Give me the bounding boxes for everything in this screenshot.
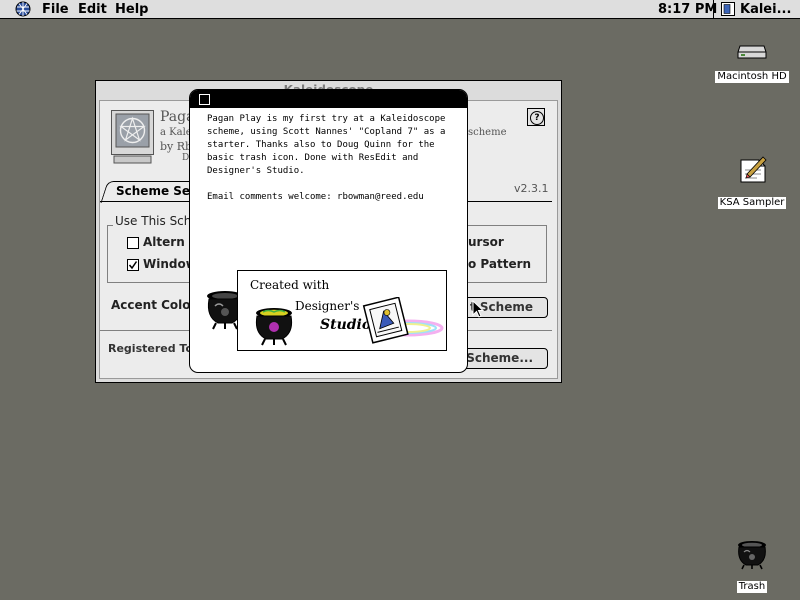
application-menu-label[interactable]: Kalei... [740, 1, 791, 18]
version-label: v2.3.1 [514, 182, 549, 195]
checkmark-icon [128, 261, 138, 270]
question-icon: ? [530, 111, 544, 125]
about-scheme-dialog[interactable]: Pagan Play is my first try at a Kaleidos… [189, 89, 468, 373]
checkbox-alternate[interactable] [127, 237, 139, 249]
checkbox-alternate-label: Altern [143, 235, 185, 249]
menu-bar: File Edit Help 8:17 PM Kalei... [0, 0, 800, 19]
scheme-author: by Rb [160, 140, 193, 153]
desktop-icon-label: Macintosh HD [715, 71, 789, 83]
document-icon [740, 156, 767, 183]
tab-scheme-settings-label: Scheme Set [116, 184, 196, 198]
menu-edit[interactable]: Edit [78, 1, 107, 18]
group-label: Use This Sch [113, 214, 194, 228]
trash-cauldron-icon [738, 541, 766, 570]
menu-file[interactable]: File [42, 1, 69, 18]
application-menu-icon[interactable] [721, 2, 735, 16]
menu-help[interactable]: Help [115, 1, 148, 18]
close-box-icon[interactable] [199, 94, 210, 105]
scheme-preview-icon [111, 110, 154, 164]
credit-line: Designer's [295, 299, 360, 313]
arrow-cursor-icon [472, 300, 484, 318]
accent-color-label: Accent Colo [111, 298, 191, 312]
credit-line: Created with [250, 278, 330, 292]
checkbox-window[interactable] [127, 259, 139, 271]
help-button[interactable]: ? [527, 108, 545, 126]
dialog-message: Pagan Play is my first try at a Kaleidos… [207, 113, 457, 204]
hard-drive-icon [737, 45, 767, 59]
desktop-icon-ksa-sampler[interactable]: KSA Sampler [714, 154, 790, 209]
menubar-separator [713, 0, 714, 18]
dialog-titlebar[interactable] [190, 90, 467, 108]
checkbox-pattern-label: o Pattern [468, 257, 532, 271]
desktop-icon-trash[interactable]: Trash [724, 538, 780, 593]
scheme-description-suffix: scheme [468, 127, 507, 138]
desktop-icon-label: Trash [736, 581, 768, 593]
dialog-email-line: Email comments welcome: rbowman@reed.edu [207, 192, 424, 202]
menubar-clock[interactable]: 8:17 PM [658, 1, 717, 18]
apple-menu-icon[interactable] [14, 1, 32, 17]
designers-studio-credit: Created with Designer's Studio [237, 270, 447, 351]
desktop-icon-macintosh-hd[interactable]: Macintosh HD [714, 40, 790, 83]
dialog-paragraph: Pagan Play is my first try at a Kaleidos… [207, 114, 446, 176]
checkbox-cursor-label: ursor [468, 235, 504, 249]
cauldron-brew-icon [255, 308, 293, 346]
registered-to-label: Registered To: [108, 342, 198, 355]
desktop-icon-label: KSA Sampler [717, 197, 787, 209]
studio-artwork-icon [362, 297, 444, 344]
